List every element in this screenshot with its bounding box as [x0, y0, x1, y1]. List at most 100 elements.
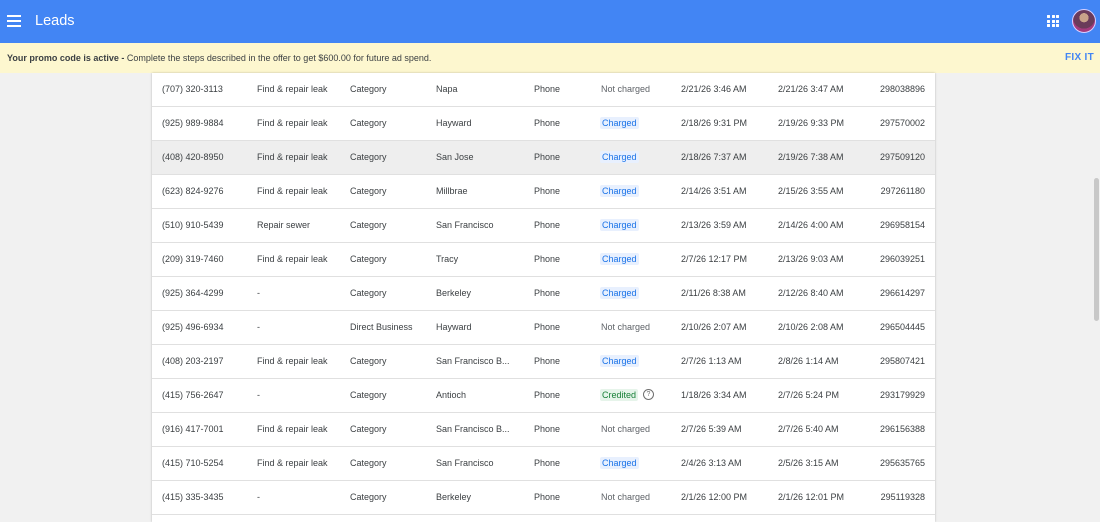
- lead-received-date: 2/10/26 2:07 AM: [681, 322, 747, 332]
- promo-body-text: Complete the steps described in the offe…: [124, 53, 432, 63]
- lead-job: Repair sewer: [257, 220, 311, 230]
- lead-id: 296039251: [879, 254, 925, 264]
- lead-received-date: 2/14/26 3:51 AM: [681, 186, 747, 196]
- lead-location: Millbrae: [436, 186, 468, 196]
- table-row[interactable]: (510) 910-5439 Repair sewer Category San Fr…: [152, 209, 935, 243]
- lead-updated-date: 2/8/26 1:14 AM: [778, 356, 839, 366]
- lead-received-date: 2/7/26 12:17 PM: [681, 254, 748, 264]
- lead-type: Phone: [534, 288, 561, 298]
- lead-job: -: [257, 322, 260, 332]
- top-app-bar: Leads: [0, 0, 1100, 43]
- lead-received-date: 2/18/26 9:31 PM: [681, 118, 748, 128]
- lead-received-date: 2/21/26 3:46 AM: [681, 84, 747, 94]
- status-badge: Credited: [600, 389, 639, 401]
- lead-source-type: Category: [350, 390, 387, 400]
- help-icon[interactable]: ?: [643, 389, 654, 400]
- avatar[interactable]: [1072, 9, 1096, 33]
- lead-updated-date: 2/14/26 4:00 AM: [778, 220, 844, 230]
- lead-type: Phone: [534, 424, 561, 434]
- lead-location: Antioch: [436, 390, 467, 400]
- lead-job: Find & repair leak: [257, 118, 328, 128]
- table-row[interactable]: (916) 417-7001 Find & repair leak Category…: [152, 413, 935, 447]
- lead-phone: (408) 420-8950: [162, 152, 224, 162]
- lead-type: Phone: [534, 84, 561, 94]
- table-row[interactable]: (408) 420-8950 Find & repair leak Category…: [152, 141, 935, 175]
- lead-job: Find & repair leak: [257, 152, 328, 162]
- apps-grid-icon[interactable]: [1047, 15, 1059, 27]
- status-badge: Charged: [600, 185, 639, 197]
- lead-updated-date: 2/10/26 2:08 AM: [778, 322, 844, 332]
- lead-received-date: 2/18/26 7:37 AM: [681, 152, 747, 162]
- lead-phone: (916) 417-7001: [162, 424, 224, 434]
- lead-phone: (209) 319-7460: [162, 254, 224, 264]
- lead-type: Phone: [534, 118, 561, 128]
- lead-job: Find & repair leak: [257, 254, 328, 264]
- lead-updated-date: 2/15/26 3:55 AM: [778, 186, 844, 196]
- lead-source-type: Category: [350, 424, 387, 434]
- lead-received-date: 2/4/26 3:13 AM: [681, 458, 742, 468]
- table-row[interactable]: (415) 335-3435 - Category Berkeley Phone 2/1/…: [152, 481, 935, 515]
- status-badge: Charged: [600, 219, 639, 231]
- status-badge: Charged: [600, 355, 639, 367]
- lead-source-type: Category: [350, 220, 387, 230]
- table-row[interactable]: (925) 496-6934 - Direct Business Hayward Pho…: [152, 311, 935, 345]
- table-row[interactable]: (623) 824-9276 Find & repair leak Category…: [152, 175, 935, 209]
- table-row[interactable]: (415) 710-5254 Find & repair leak Category…: [152, 447, 935, 481]
- table-row[interactable]: (925) 364-4299 - Category Berkeley Phone 2/11…: [152, 277, 935, 311]
- status-badge: Charged: [600, 117, 639, 129]
- table-row[interactable]: (209) 319-7460 Find & repair leak Category…: [152, 243, 935, 277]
- lead-received-date: 2/1/26 12:00 PM: [681, 492, 748, 502]
- lead-type: Phone: [534, 322, 561, 332]
- lead-phone: (707) 320-3113: [162, 84, 223, 94]
- lead-type: Phone: [534, 152, 561, 162]
- lead-job: Find & repair leak: [257, 84, 328, 94]
- leads-table: (707) 320-3113 Find & repair leak Category…: [152, 73, 935, 522]
- table-row[interactable]: (707) 320-3113 Find & repair leak Category…: [152, 73, 935, 107]
- page-title: Leads: [35, 13, 75, 29]
- table-row[interactable]: (925) 989-9884 Find & repair leak Category…: [152, 107, 935, 141]
- lead-source-type: Category: [350, 492, 387, 502]
- hamburger-menu-icon[interactable]: [6, 10, 24, 32]
- lead-source-type: Category: [350, 84, 387, 94]
- lead-phone: (925) 989-9884: [162, 118, 224, 128]
- lead-id: 296156388: [879, 424, 925, 434]
- lead-job: -: [257, 390, 260, 400]
- lead-received-date: 2/7/26 1:13 AM: [681, 356, 742, 366]
- lead-id: 296958154: [879, 220, 925, 230]
- lead-location: San Francisco B...: [436, 356, 510, 366]
- lead-location: San Francisco B...: [436, 424, 510, 434]
- status-badge: Charged: [600, 253, 639, 265]
- lead-source-type: Category: [350, 356, 387, 366]
- status-badge: Charged: [600, 457, 639, 469]
- lead-id: 296614297: [879, 288, 925, 298]
- lead-phone: (925) 364-4299: [162, 288, 224, 298]
- lead-updated-date: 2/12/26 8:40 AM: [778, 288, 844, 298]
- lead-received-date: 2/13/26 3:59 AM: [681, 220, 747, 230]
- lead-phone: (415) 756-2647: [162, 390, 224, 400]
- lead-updated-date: 2/13/26 9:03 AM: [778, 254, 844, 264]
- lead-updated-date: 2/19/26 7:38 AM: [778, 152, 844, 162]
- status-badge: Not charged: [601, 322, 651, 332]
- lead-phone: (925) 496-6934: [162, 322, 224, 332]
- lead-phone: (408) 203-2197: [162, 356, 224, 366]
- lead-id: 297261180: [880, 186, 925, 196]
- scrollbar[interactable]: [1094, 178, 1099, 321]
- status-badge: Charged: [600, 151, 639, 163]
- table-row[interactable]: (408) 203-2197 Find & repair leak Category…: [152, 345, 935, 379]
- lead-job: -: [257, 492, 260, 502]
- lead-location: San Francisco: [436, 220, 494, 230]
- lead-job: -: [257, 288, 260, 298]
- promo-bold-text: Your promo code is active -: [7, 53, 125, 63]
- lead-received-date: 2/7/26 5:39 AM: [681, 424, 742, 434]
- lead-location: Napa: [436, 84, 458, 94]
- fix-it-button[interactable]: FIX IT: [1065, 52, 1094, 63]
- lead-id: 298038896: [879, 84, 925, 94]
- lead-job: Find & repair leak: [257, 356, 328, 366]
- lead-phone: (415) 710-5254: [162, 458, 224, 468]
- status-badge: Not charged: [601, 492, 651, 502]
- promo-message: Your promo code is active - Complete the…: [7, 53, 431, 63]
- table-row[interactable]: (415) 756-2647 - Category Antioch Phone 1/18/…: [152, 379, 935, 413]
- lead-updated-date: 2/21/26 3:47 AM: [778, 84, 844, 94]
- lead-received-date: 2/11/26 8:38 AM: [681, 288, 746, 298]
- lead-job: Find & repair leak: [257, 458, 328, 468]
